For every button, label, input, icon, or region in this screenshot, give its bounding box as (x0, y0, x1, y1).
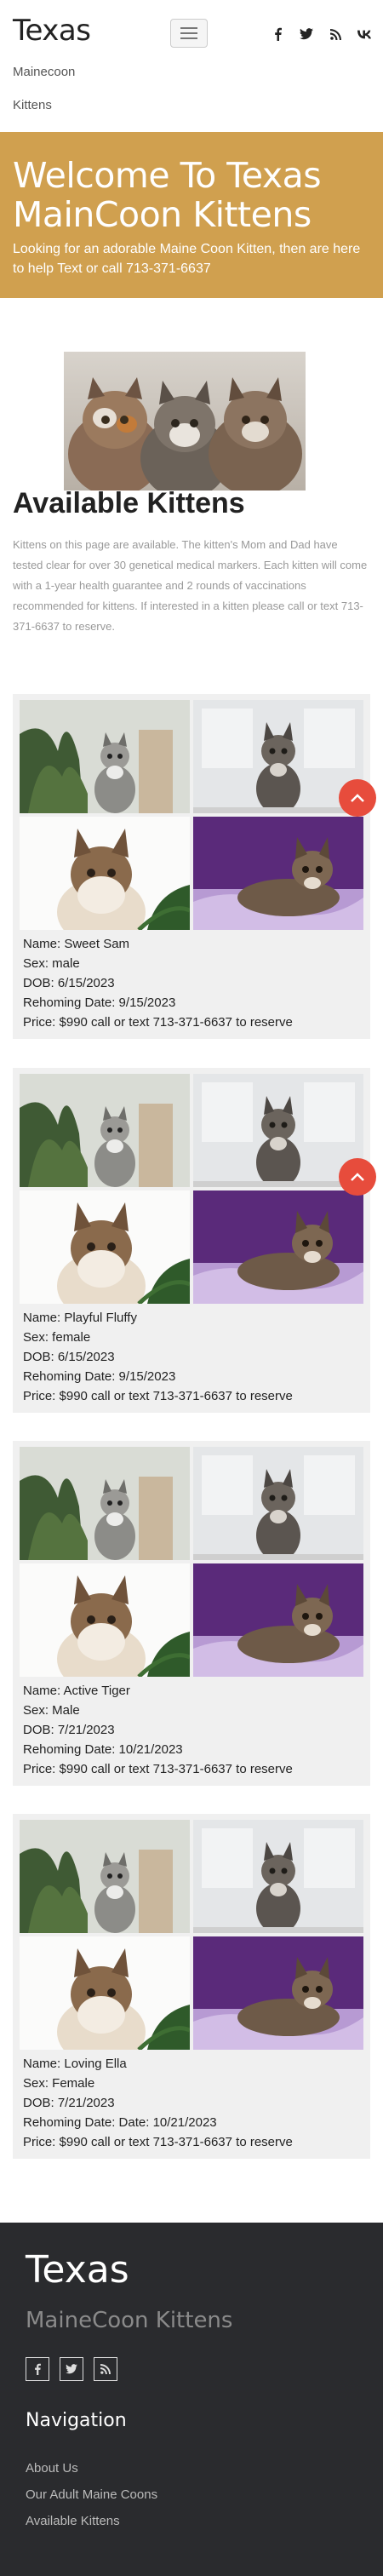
available-kittens-description: Kittens on this page are available. The … (13, 538, 368, 633)
chevron-up-icon (351, 1173, 364, 1181)
kitten-sex: Sex: female (23, 1330, 91, 1345)
site-header: Texas Mainecoon Kittens (0, 0, 383, 132)
available-kittens-heading: Available Kittens (13, 487, 245, 519)
nav-link-kittens[interactable]: Kittens (13, 98, 52, 112)
kitten-card: Name: Sweet Sam Sex: male DOB: 6/15/2023… (13, 694, 370, 1039)
facebook-icon[interactable] (271, 27, 284, 41)
brand-logo[interactable]: Texas (13, 14, 91, 48)
kitten-sex: Sex: male (23, 956, 80, 971)
kitten-photo-fluffy (20, 1190, 190, 1304)
vk-icon[interactable] (357, 27, 371, 41)
kitten-price: Price: $990 call or text 713-371-6637 to… (23, 1762, 293, 1776)
kitten-dob: DOB: 7/21/2023 (23, 1723, 115, 1737)
kitten-name: Name: Playful Fluffy (23, 1311, 137, 1325)
chevron-up-icon (351, 794, 364, 802)
footer-navigation-heading: Navigation (26, 2410, 127, 2431)
kitten-rehoming-date: Rehoming Date: 9/15/2023 (23, 995, 176, 1010)
menu-toggle-button[interactable] (170, 19, 208, 48)
hero-title: Welcome To Texas MainCoon Kittens (13, 155, 322, 235)
scroll-top-button[interactable] (339, 1158, 376, 1196)
kitten-photo-purple (193, 1190, 363, 1304)
header-social-links (271, 27, 371, 41)
kitten-photo-plant (20, 1447, 190, 1560)
twitter-icon[interactable] (300, 27, 313, 41)
kitten-rehoming-date: Rehoming Date: Date: 10/21/2023 (23, 2115, 217, 2130)
kitten-photo-fluffy (20, 1563, 190, 1677)
kitten-name: Name: Loving Ella (23, 2057, 127, 2071)
scroll-top-button[interactable] (339, 779, 376, 817)
footer-subtitle: MaineCoon Kittens (26, 2308, 233, 2333)
kitten-photo-fluffy (20, 817, 190, 930)
kitten-photo-sitting (193, 1820, 363, 1933)
kitten-photo-grid (20, 1074, 363, 1304)
kitten-photo-purple (193, 1936, 363, 2050)
hero-subtitle: Looking for an adorable Maine Coon Kitte… (13, 242, 361, 276)
kitten-photo-grid (20, 1820, 363, 2050)
facebook-icon[interactable] (26, 2357, 49, 2381)
nav-link-mainecoon[interactable]: Mainecoon (13, 65, 75, 79)
footer-social-links (26, 2357, 117, 2381)
kitten-sex: Sex: Female (23, 2076, 95, 2091)
kitten-dob: DOB: 6/15/2023 (23, 976, 115, 990)
kitten-photo-fluffy (20, 1936, 190, 2050)
kitten-name: Name: Active Tiger (23, 1684, 130, 1698)
footer-link-about-us[interactable]: About Us (26, 2461, 78, 2476)
footer-link-adult-maine-coons[interactable]: Our Adult Maine Coons (26, 2487, 157, 2502)
kitten-photo-grid (20, 700, 363, 930)
hamburger-icon-bar (180, 32, 197, 34)
kitten-photo-sitting (193, 1074, 363, 1187)
kitten-photo-purple (193, 817, 363, 930)
kitten-card: Name: Loving Ella Sex: Female DOB: 7/21/… (13, 1814, 370, 2159)
kitten-photo-sitting (193, 1447, 363, 1560)
rss-icon[interactable] (94, 2357, 117, 2381)
kitten-photo-plant (20, 700, 190, 813)
three-kittens-photo (64, 352, 306, 491)
kitten-name: Name: Sweet Sam (23, 937, 130, 951)
hamburger-icon-bar (180, 27, 197, 29)
kitten-photo-plant (20, 1074, 190, 1187)
kitten-sex: Sex: Male (23, 1703, 80, 1718)
kitten-photo-grid (20, 1447, 363, 1677)
kitten-dob: DOB: 6/15/2023 (23, 1350, 115, 1364)
kitten-card: Name: Playful Fluffy Sex: female DOB: 6/… (13, 1068, 370, 1413)
kitten-price: Price: $990 call or text 713-371-6637 to… (23, 1015, 293, 1030)
twitter-icon[interactable] (60, 2357, 83, 2381)
rss-icon[interactable] (329, 27, 342, 41)
kitten-price: Price: $990 call or text 713-371-6637 to… (23, 1389, 293, 1403)
kitten-rehoming-date: Rehoming Date: 9/15/2023 (23, 1369, 176, 1384)
kitten-photo-plant (20, 1820, 190, 1933)
kitten-price: Price: $990 call or text 713-371-6637 to… (23, 2135, 293, 2149)
kitten-photo-sitting (193, 700, 363, 813)
kitten-photo-purple (193, 1563, 363, 1677)
site-footer: Texas MaineCoon Kittens Navigation About… (0, 2223, 383, 2576)
kitten-dob: DOB: 7/21/2023 (23, 2096, 115, 2110)
footer-link-available-kittens[interactable]: Available Kittens (26, 2514, 120, 2528)
hero-banner: Welcome To Texas MainCoon Kittens Lookin… (0, 132, 383, 298)
kitten-card: Name: Active Tiger Sex: Male DOB: 7/21/2… (13, 1441, 370, 1786)
footer-brand: Texas (26, 2248, 129, 2292)
hamburger-icon-bar (180, 37, 197, 39)
kitten-rehoming-date: Rehoming Date: 10/21/2023 (23, 1742, 183, 1757)
